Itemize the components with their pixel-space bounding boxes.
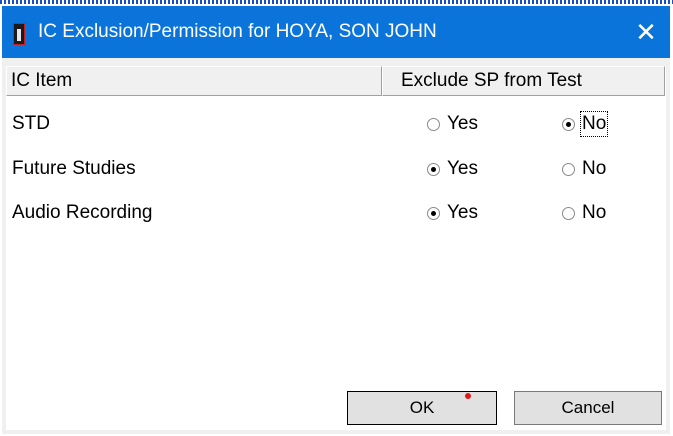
radio-label-no: No	[582, 158, 607, 179]
ok-button[interactable]: OK	[347, 391, 497, 425]
ok-button-label: OK	[409, 398, 435, 417]
dialog-window: IC Exclusion/Permission for HOYA, SON JO…	[2, 6, 670, 434]
future-studies-yes-option[interactable]: Yes	[427, 157, 479, 181]
radio-label-no: No	[582, 202, 607, 223]
app-icon	[13, 23, 25, 45]
table-row-audio-recording: Audio Recording Yes No	[6, 193, 666, 237]
row-label: Audio Recording	[12, 202, 153, 223]
column-header-ic-item[interactable]: IC Item	[6, 66, 382, 96]
radio-checked-icon[interactable]	[562, 117, 575, 131]
cancel-button[interactable]: Cancel	[514, 391, 662, 425]
audio-recording-no-option[interactable]: No	[562, 201, 607, 225]
table-row-std: STD Yes No	[6, 104, 666, 148]
table-row-future-studies: Future Studies Yes No	[6, 149, 666, 193]
radio-label-yes: Yes	[447, 202, 478, 223]
radio-checked-icon[interactable]	[427, 206, 440, 220]
column-header-exclude-sp[interactable]: Exclude SP from Test	[382, 66, 665, 96]
std-no-option[interactable]: No	[562, 111, 609, 137]
radio-label-yes: Yes	[447, 158, 478, 179]
screen-top-border	[0, 0, 673, 4]
radio-label-yes: Yes	[447, 113, 478, 134]
row-label: Future Studies	[12, 158, 136, 179]
radio-unchecked-icon[interactable]	[562, 162, 575, 176]
std-yes-option[interactable]: Yes	[427, 112, 479, 136]
radio-unchecked-icon[interactable]	[427, 117, 440, 131]
radio-unchecked-icon[interactable]	[562, 206, 575, 220]
window-title: IC Exclusion/Permission for HOYA, SON JO…	[38, 21, 437, 42]
row-label: STD	[12, 113, 50, 134]
cursor-dot-icon	[465, 393, 471, 399]
audio-recording-yes-option[interactable]: Yes	[427, 201, 479, 225]
radio-label-no: No	[579, 111, 609, 137]
radio-checked-icon[interactable]	[427, 162, 440, 176]
ic-items-table: IC Item Exclude SP from Test STD Yes No …	[6, 66, 666, 430]
future-studies-no-option[interactable]: No	[562, 157, 607, 181]
close-icon[interactable]: ✕	[632, 18, 660, 46]
title-bar: IC Exclusion/Permission for HOYA, SON JO…	[2, 6, 670, 58]
